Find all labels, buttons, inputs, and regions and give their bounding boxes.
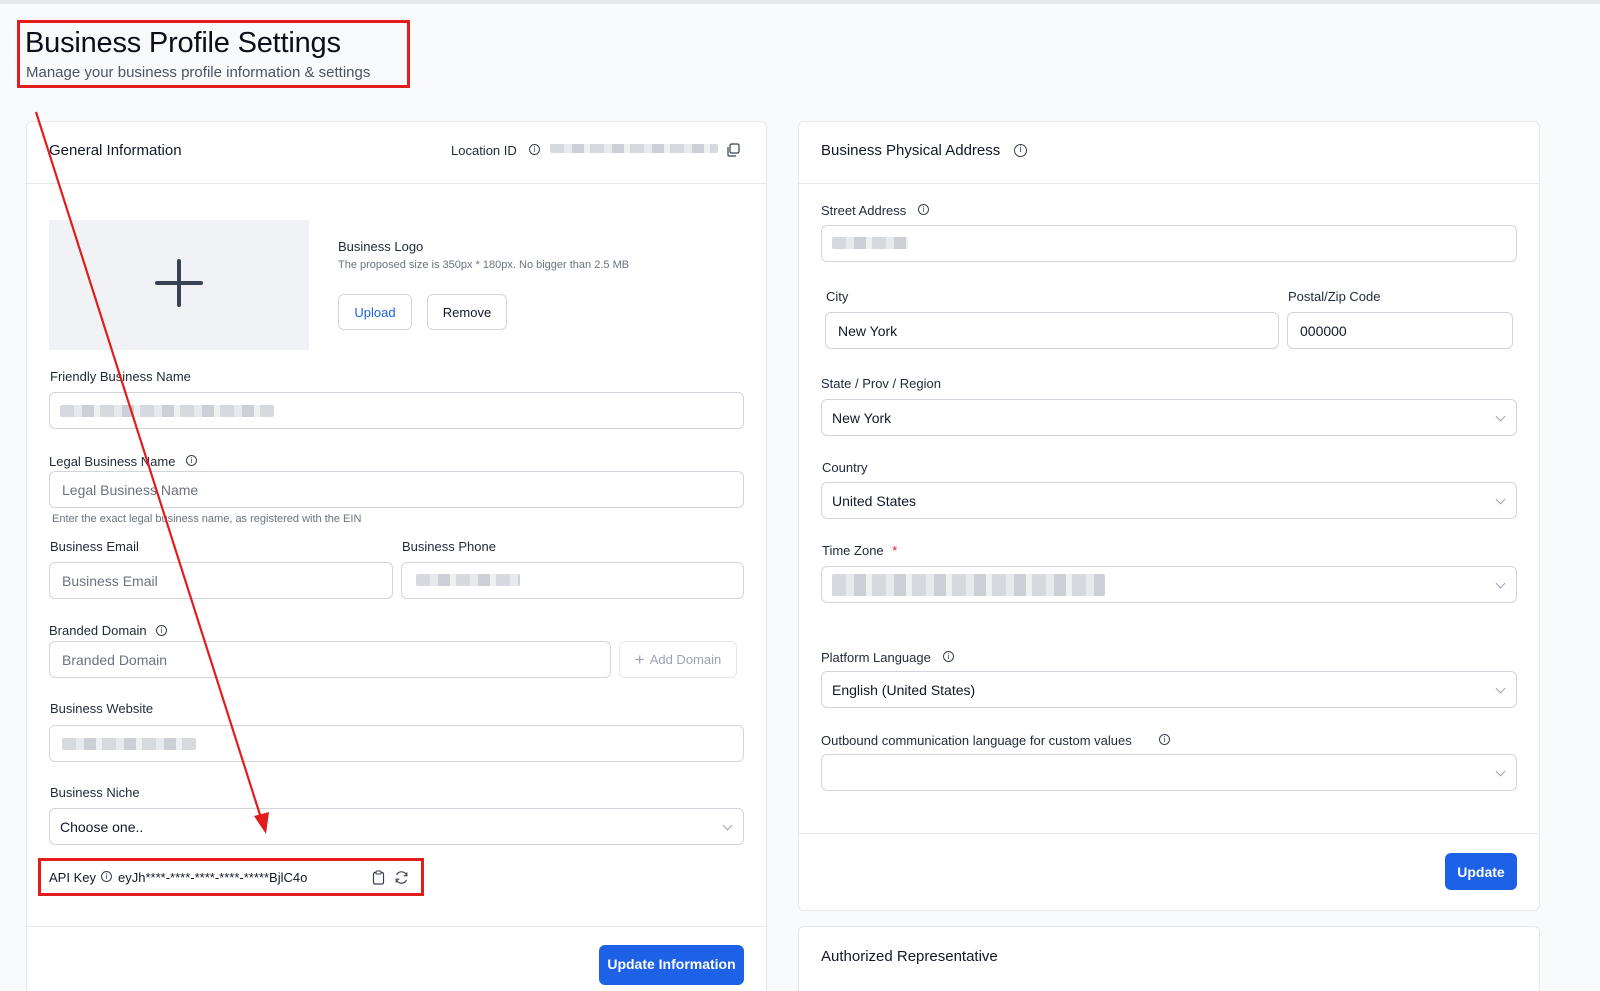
street-address-input[interactable] — [821, 225, 1517, 262]
friendly-name-value — [60, 405, 274, 417]
friendly-name-input[interactable] — [49, 392, 744, 429]
api-key-label: API Key — [49, 870, 96, 885]
plus-icon-vertical — [177, 259, 181, 307]
chevron-down-icon — [1495, 494, 1506, 505]
business-niche-value: Choose one.. — [60, 818, 144, 835]
timezone-label-text: Time Zone — [822, 543, 884, 558]
street-address-label: Street Address — [821, 203, 907, 218]
location-id-label: Location ID — [451, 143, 517, 158]
copy-icon[interactable] — [726, 143, 740, 157]
legal-name-label: Legal Business Name — [49, 454, 176, 469]
zip-label: Postal/Zip Code — [1288, 289, 1381, 304]
chevron-down-icon — [1495, 411, 1506, 422]
chevron-down-icon — [1495, 578, 1506, 589]
city-label: City — [826, 289, 849, 304]
card-footer-divider — [27, 926, 767, 927]
state-select[interactable]: New York — [821, 399, 1517, 436]
update-address-button[interactable]: Update — [1445, 853, 1517, 890]
info-icon: i — [529, 144, 540, 155]
branded-domain-input[interactable]: Branded Domain — [49, 641, 611, 678]
zip-input[interactable]: 000000 — [1287, 312, 1513, 349]
business-website-value — [62, 738, 196, 750]
timezone-select[interactable] — [821, 566, 1517, 603]
chevron-down-icon — [1495, 683, 1506, 694]
top-divider — [0, 0, 1600, 4]
info-icon: i — [918, 204, 929, 215]
friendly-name-label: Friendly Business Name — [50, 369, 191, 384]
timezone-label: Time Zone * — [822, 543, 897, 558]
page-subtitle: Manage your business profile information… — [26, 64, 371, 81]
business-phone-label: Business Phone — [402, 539, 496, 554]
business-phone-value — [416, 574, 520, 586]
update-information-button[interactable]: Update Information — [599, 945, 744, 985]
add-domain-button[interactable]: + Add Domain — [619, 641, 737, 678]
street-address-value — [832, 237, 908, 249]
refresh-icon[interactable] — [394, 870, 409, 885]
platform-language-value: English (United States) — [832, 681, 976, 698]
chevron-down-icon — [722, 820, 733, 831]
platform-language-label: Platform Language — [821, 650, 931, 665]
business-email-label: Business Email — [50, 539, 139, 554]
info-icon: i — [1159, 734, 1170, 745]
business-address-title: Business Physical Address — [821, 142, 1001, 159]
info-icon: i — [101, 871, 112, 882]
state-value: New York — [832, 409, 892, 426]
business-niche-select[interactable]: Choose one.. — [49, 808, 744, 845]
outbound-language-select[interactable] — [821, 754, 1517, 791]
country-label: Country — [822, 460, 868, 475]
state-label: State / Prov / Region — [821, 376, 941, 391]
plus-icon: + — [634, 649, 645, 669]
platform-language-select[interactable]: English (United States) — [821, 671, 1517, 708]
branded-domain-label: Branded Domain — [49, 623, 147, 638]
card-footer-divider — [799, 833, 1539, 834]
country-value: United States — [832, 492, 917, 509]
outbound-language-label: Outbound communication language for cust… — [821, 733, 1132, 748]
info-icon: i — [943, 651, 954, 662]
business-logo-hint: The proposed size is 350px * 180px. No b… — [338, 259, 630, 271]
chevron-down-icon — [1495, 766, 1506, 777]
city-input[interactable]: New York — [825, 312, 1279, 349]
business-email-input[interactable]: Business Email — [49, 562, 393, 599]
location-id-value — [550, 144, 718, 153]
required-marker: * — [892, 543, 898, 558]
remove-button[interactable]: Remove — [427, 294, 507, 330]
business-website-input[interactable] — [49, 725, 744, 762]
clipboard-icon[interactable] — [372, 870, 385, 885]
timezone-value — [832, 574, 1105, 596]
country-select[interactable]: United States — [821, 482, 1517, 519]
general-information-title: General Information — [49, 142, 182, 159]
business-niche-label: Business Niche — [50, 785, 140, 800]
page-title: Business Profile Settings — [25, 27, 341, 59]
api-key-value: eyJh****-****-****-****-*****BjlC4o — [118, 870, 308, 885]
info-icon: i — [1014, 144, 1027, 157]
logo-upload-area[interactable] — [49, 220, 309, 350]
info-icon: i — [156, 625, 167, 636]
business-logo-label: Business Logo — [338, 239, 424, 254]
legal-name-hint: Enter the exact legal business name, as … — [52, 513, 362, 525]
business-phone-input[interactable] — [401, 562, 744, 599]
authorized-representative-title: Authorized Representative — [821, 948, 998, 965]
add-domain-label: Add Domain — [649, 652, 722, 667]
upload-button[interactable]: Upload — [338, 294, 412, 330]
legal-name-input[interactable]: Legal Business Name — [49, 471, 744, 508]
business-website-label: Business Website — [50, 701, 154, 716]
info-icon: i — [186, 455, 197, 466]
